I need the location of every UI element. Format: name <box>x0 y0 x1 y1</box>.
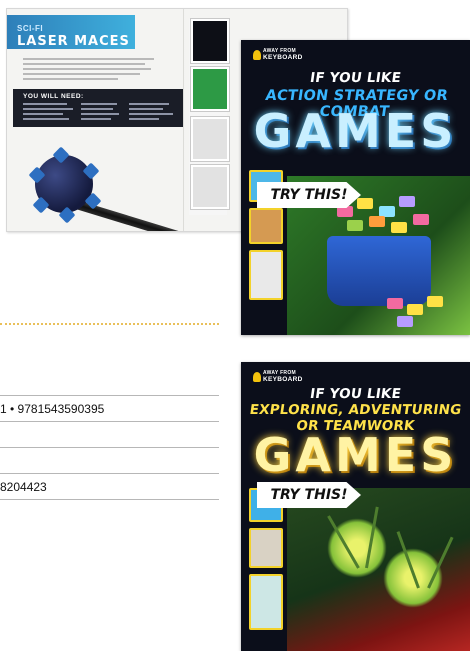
keyboard-badge-icon <box>253 372 261 382</box>
step-photo-4 <box>191 165 229 209</box>
spread-left-page: SCI-FI LASER MACES YOU WILL NEED: <box>7 9 269 231</box>
spread-title-banner: SCI-FI LASER MACES <box>7 15 135 49</box>
series-logo: AWAY FROM KEYBOARD <box>253 48 315 68</box>
bucket-image <box>327 236 431 306</box>
series-line-2: KEYBOARD <box>263 376 303 383</box>
try-this-badge: TRY THIS! <box>257 482 361 508</box>
keyboard-badge-icon <box>253 50 261 60</box>
cover-title-line-1: IF YOU LIKE <box>308 386 403 402</box>
info-rule-5 <box>0 499 219 500</box>
cover-title-word: GAMES <box>253 428 458 482</box>
step-photo-3 <box>191 117 229 161</box>
book-cover-exploring-adventuring[interactable]: AWAY FROM KEYBOARD IF YOU LIKE EXPLORING… <box>241 362 470 651</box>
cover-thumb-2 <box>249 208 283 244</box>
scissors-thumb <box>249 250 283 300</box>
series-line-2: KEYBOARD <box>263 54 303 61</box>
terrarium-plants-photo <box>287 488 470 651</box>
step-photo-strip <box>189 19 229 215</box>
spread-body-text <box>23 55 159 83</box>
materials-box: YOU WILL NEED: <box>13 89 183 127</box>
spread-kicker: SCI-FI <box>17 24 44 33</box>
number-line: 8204423 <box>0 480 47 494</box>
cover-title-word: GAMES <box>253 104 458 158</box>
bottle-thumb <box>249 574 283 630</box>
dotted-divider <box>0 323 219 325</box>
cover-thumb-2 <box>249 528 283 568</box>
book-cover-action-strategy[interactable]: AWAY FROM KEYBOARD IF YOU LIKE ACTION ST… <box>241 40 470 335</box>
info-rule-2 <box>0 421 219 422</box>
cover-title-line-2: EXPLORING, ADVENTURING <box>248 402 463 418</box>
materials-heading: YOU WILL NEED: <box>23 93 84 100</box>
info-rule-3 <box>0 447 219 448</box>
spread-title: LASER MACES <box>17 34 130 49</box>
info-rule-4 <box>0 473 219 474</box>
info-rule-1 <box>0 395 219 396</box>
step-photo-2 <box>191 67 229 111</box>
try-this-badge: TRY THIS! <box>257 182 361 208</box>
step-photo-1 <box>191 19 229 63</box>
cover-title-line-1: IF YOU LIKE <box>308 70 403 86</box>
isbn-line: 1 • 9781543590395 <box>0 402 105 416</box>
